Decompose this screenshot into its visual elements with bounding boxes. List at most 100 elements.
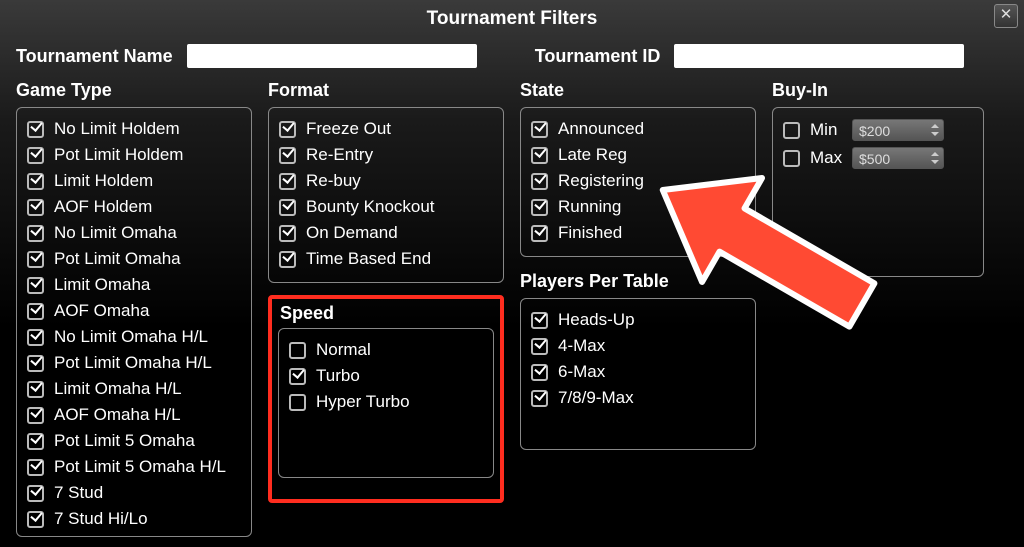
game-type-item[interactable]: No Limit Omaha — [27, 220, 241, 246]
game-type-checkbox[interactable] — [27, 199, 44, 216]
game-type-checkbox[interactable] — [27, 277, 44, 294]
game-type-item[interactable]: Limit Omaha H/L — [27, 376, 241, 402]
tournament-id-input[interactable] — [674, 44, 964, 68]
close-button[interactable]: ✕ — [994, 4, 1018, 28]
state-checkbox[interactable] — [531, 225, 548, 242]
state-item[interactable]: Finished — [531, 220, 745, 246]
format-item[interactable]: Re-buy — [279, 168, 493, 194]
game-type-checkbox[interactable] — [27, 121, 44, 138]
state-item[interactable]: Running — [531, 194, 745, 220]
game-type-checkbox[interactable] — [27, 303, 44, 320]
speed-item[interactable]: Normal — [289, 337, 483, 363]
game-type-item[interactable]: Pot Limit Omaha H/L — [27, 350, 241, 376]
state-label: Registering — [558, 171, 644, 191]
format-checkbox[interactable] — [279, 121, 296, 138]
state-label: Announced — [558, 119, 644, 139]
game-type-checkbox[interactable] — [27, 459, 44, 476]
speed-checkbox[interactable] — [289, 368, 306, 385]
speed-item[interactable]: Turbo — [289, 363, 483, 389]
col-game-type: Game Type No Limit HoldemPot Limit Holde… — [16, 76, 252, 537]
speed-highlight: Speed NormalTurboHyper Turbo — [268, 295, 504, 503]
game-type-item[interactable]: Pot Limit Holdem — [27, 142, 241, 168]
game-type-checkbox[interactable] — [27, 355, 44, 372]
game-type-item[interactable]: Pot Limit Omaha — [27, 246, 241, 272]
game-type-item[interactable]: Pot Limit 5 Omaha H/L — [27, 454, 241, 480]
buyin-max-row[interactable]: Max $500 — [783, 144, 973, 172]
game-type-item[interactable]: No Limit Holdem — [27, 116, 241, 142]
ppt-item[interactable]: Heads-Up — [531, 307, 745, 333]
game-type-item[interactable]: Limit Holdem — [27, 168, 241, 194]
format-item[interactable]: Bounty Knockout — [279, 194, 493, 220]
buyin-min-label: Min — [810, 120, 842, 140]
state-checkbox[interactable] — [531, 121, 548, 138]
game-type-item[interactable]: Pot Limit 5 Omaha — [27, 428, 241, 454]
game-type-checkbox[interactable] — [27, 511, 44, 528]
game-type-checkbox[interactable] — [27, 329, 44, 346]
state-label: Running — [558, 197, 621, 217]
format-checkbox[interactable] — [279, 199, 296, 216]
format-item[interactable]: Freeze Out — [279, 116, 493, 142]
tournament-name-label: Tournament Name — [16, 46, 173, 67]
ppt-header: Players Per Table — [520, 271, 756, 292]
game-type-item[interactable]: Limit Omaha — [27, 272, 241, 298]
state-checkbox[interactable] — [531, 173, 548, 190]
game-type-item[interactable]: AOF Omaha H/L — [27, 402, 241, 428]
speed-header: Speed — [280, 303, 494, 324]
speed-checkbox[interactable] — [289, 394, 306, 411]
format-checkbox[interactable] — [279, 225, 296, 242]
format-label: Bounty Knockout — [306, 197, 435, 217]
state-item[interactable]: Registering — [531, 168, 745, 194]
state-checkbox[interactable] — [531, 199, 548, 216]
format-item[interactable]: On Demand — [279, 220, 493, 246]
game-type-item[interactable]: 7 Stud Hi/Lo — [27, 506, 241, 532]
buyin-min-select[interactable]: $200 — [852, 119, 944, 141]
ppt-item[interactable]: 4-Max — [531, 333, 745, 359]
game-type-item[interactable]: AOF Holdem — [27, 194, 241, 220]
buyin-max-select[interactable]: $500 — [852, 147, 944, 169]
game-type-label: Pot Limit 5 Omaha — [54, 431, 195, 451]
game-type-checkbox[interactable] — [27, 485, 44, 502]
filter-columns: Game Type No Limit HoldemPot Limit Holde… — [0, 76, 1024, 537]
format-item[interactable]: Re-Entry — [279, 142, 493, 168]
game-type-item[interactable]: No Limit Omaha H/L — [27, 324, 241, 350]
format-item[interactable]: Time Based End — [279, 246, 493, 272]
dialog-title: Tournament Filters — [0, 0, 1024, 30]
game-type-item[interactable]: AOF Omaha — [27, 298, 241, 324]
game-type-checkbox[interactable] — [27, 381, 44, 398]
speed-checkbox[interactable] — [289, 342, 306, 359]
game-type-checkbox[interactable] — [27, 225, 44, 242]
ppt-checkbox[interactable] — [531, 338, 548, 355]
ppt-box: Heads-Up4-Max6-Max7/8/9-Max — [520, 298, 756, 450]
game-type-checkbox[interactable] — [27, 433, 44, 450]
game-type-header: Game Type — [16, 80, 252, 101]
speed-item[interactable]: Hyper Turbo — [289, 389, 483, 415]
ppt-item[interactable]: 7/8/9-Max — [531, 385, 745, 411]
buyin-max-checkbox[interactable] — [783, 150, 800, 167]
ppt-checkbox[interactable] — [531, 312, 548, 329]
buyin-max-label: Max — [810, 148, 842, 168]
buyin-min-row[interactable]: Min $200 — [783, 116, 973, 144]
game-type-checkbox[interactable] — [27, 407, 44, 424]
format-label: Freeze Out — [306, 119, 391, 139]
format-checkbox[interactable] — [279, 147, 296, 164]
format-checkbox[interactable] — [279, 251, 296, 268]
game-type-checkbox[interactable] — [27, 251, 44, 268]
game-type-label: Pot Limit Omaha — [54, 249, 181, 269]
state-item[interactable]: Announced — [531, 116, 745, 142]
ppt-checkbox[interactable] — [531, 364, 548, 381]
format-box: Freeze Out Re-EntryRe-buy Bounty Knockout O… — [268, 107, 504, 283]
format-checkbox[interactable] — [279, 173, 296, 190]
game-type-checkbox[interactable] — [27, 173, 44, 190]
state-item[interactable]: Late Reg — [531, 142, 745, 168]
tournament-id-label: Tournament ID — [535, 46, 661, 67]
top-filter-row: Tournament Name Tournament ID — [0, 30, 1024, 76]
game-type-checkbox[interactable] — [27, 147, 44, 164]
ppt-item[interactable]: 6-Max — [531, 359, 745, 385]
game-type-label: Limit Omaha — [54, 275, 150, 295]
state-checkbox[interactable] — [531, 147, 548, 164]
tournament-name-input[interactable] — [187, 44, 477, 68]
ppt-checkbox[interactable] — [531, 390, 548, 407]
game-type-item[interactable]: 7 Stud — [27, 480, 241, 506]
buyin-min-checkbox[interactable] — [783, 122, 800, 139]
buyin-header: Buy-In — [772, 80, 984, 101]
